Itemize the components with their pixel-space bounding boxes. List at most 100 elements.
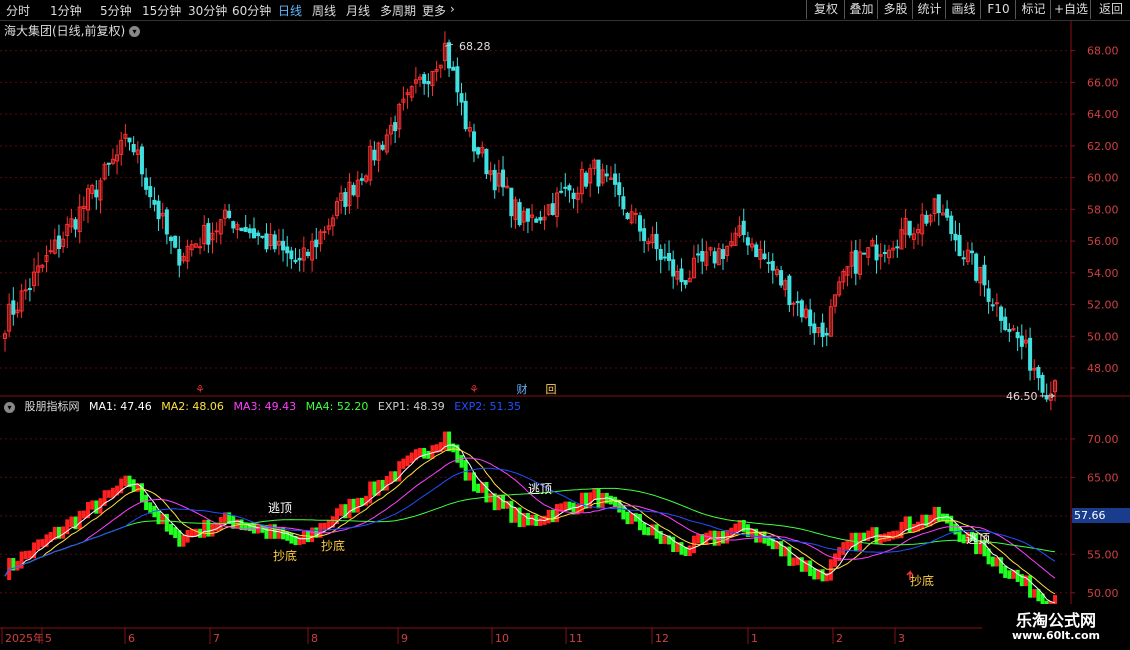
candle-body <box>492 169 497 191</box>
candle-body <box>642 228 647 242</box>
watermark-url: www.60lt.com <box>1011 629 1101 642</box>
indicator-bar <box>637 513 642 531</box>
indicator-bar <box>945 513 950 524</box>
indicator-bar <box>895 530 900 539</box>
indicator-bar <box>106 490 111 498</box>
candle-body <box>791 302 796 305</box>
candle-body <box>795 301 800 304</box>
indicator-bar <box>173 527 178 539</box>
indicator-bar <box>1015 569 1020 582</box>
indicator-bar <box>600 492 605 509</box>
indicator-bar <box>181 534 186 547</box>
candle-body <box>862 252 867 255</box>
candle-body <box>1028 337 1033 371</box>
candle-body <box>700 251 705 262</box>
signal-annotation: 抄底 <box>910 573 934 588</box>
xtick-label: 2025年 <box>5 631 44 645</box>
candle-body <box>426 81 431 85</box>
indicator-bar <box>525 512 530 526</box>
kline-chart[interactable]: 48.00 50.00 52.00 54.00 56.00 58.00 60.00 62.00… <box>0 0 1130 650</box>
candle-body <box>509 187 514 217</box>
candle-body <box>820 322 825 338</box>
candle-body <box>127 137 132 143</box>
candle-body <box>571 192 576 200</box>
indicator-bar <box>608 495 613 505</box>
candle-body <box>305 251 310 256</box>
indicator-bar <box>372 481 377 496</box>
candle-body <box>231 221 236 229</box>
indicator-bar <box>550 509 555 523</box>
candle-body <box>953 233 958 241</box>
xtick-label: 3 <box>898 632 905 645</box>
main-ytick-label: 62.00 <box>1087 140 1119 153</box>
candle-body <box>637 215 642 232</box>
main-ytick-label: 58.00 <box>1087 203 1119 216</box>
candle-body <box>152 199 157 205</box>
candle-body <box>214 230 219 233</box>
indicator-bar <box>401 458 406 469</box>
candle-body <box>48 250 53 253</box>
current-value-tag: 57.66 <box>1072 508 1130 523</box>
indicator-bar <box>418 447 423 457</box>
indicator-bar <box>15 560 20 571</box>
candle-body <box>613 173 618 185</box>
indicator-bar <box>849 532 854 548</box>
candle-body <box>671 259 676 277</box>
main-ytick-label: 48.00 <box>1087 362 1119 375</box>
candle-body <box>584 172 589 187</box>
candle-body <box>994 302 999 305</box>
xtick-label: 7 <box>213 632 220 645</box>
candle-body <box>169 236 174 242</box>
indicator-bar <box>405 455 410 467</box>
signal-annotation: 抄底 <box>321 538 345 553</box>
candle-body <box>766 261 771 264</box>
indicator-bar <box>833 553 838 567</box>
candle-body <box>961 257 966 260</box>
indicator-bar <box>845 539 850 550</box>
candle-body <box>297 257 302 261</box>
high-label: 68.28 <box>459 40 491 53</box>
signal-annotation: 逃顶 <box>966 532 990 546</box>
indicator-bar <box>90 500 95 510</box>
indicator-bar <box>94 500 99 514</box>
candle-body <box>27 288 32 291</box>
candle-body <box>476 147 481 155</box>
candle-body <box>239 227 244 232</box>
main-ytick-label: 56.00 <box>1087 235 1119 248</box>
candle-body <box>696 253 701 256</box>
indicator-bar <box>488 493 493 503</box>
indicator-bars-group <box>7 431 1057 612</box>
candle-body <box>945 208 950 218</box>
candle-body <box>808 309 813 327</box>
candle-body <box>604 173 609 177</box>
candle-body <box>525 208 530 222</box>
xtick-label: 8 <box>311 632 318 645</box>
candle-body <box>247 228 252 234</box>
candle-body <box>667 253 672 261</box>
indicator-bar <box>36 539 41 551</box>
indicator-bar <box>629 513 634 525</box>
xtick-label: 2 <box>836 632 843 645</box>
candle-body <box>936 194 941 214</box>
indicator-bar <box>808 560 813 577</box>
candle-body <box>990 304 995 307</box>
indicator-bar <box>1003 565 1008 578</box>
xtick-label: 11 <box>569 632 583 645</box>
candle-body <box>999 306 1004 321</box>
indicator-bar <box>990 556 995 567</box>
candle-body <box>754 244 759 258</box>
candle-body <box>1015 331 1020 339</box>
candle-body <box>907 220 912 236</box>
candle-body <box>372 149 377 161</box>
indicator-bar <box>202 519 207 538</box>
candle-body <box>517 202 522 226</box>
candle-body <box>156 200 161 220</box>
indicator-bar <box>422 447 427 459</box>
ind-ytick-label: 50.00 <box>1087 587 1119 600</box>
indicator-bar <box>907 516 912 533</box>
candle-body <box>986 288 991 302</box>
signal-annotation: 逃顶 <box>528 482 552 496</box>
candle-body <box>679 268 684 283</box>
candle-body <box>982 264 987 286</box>
candle-body <box>359 178 364 181</box>
